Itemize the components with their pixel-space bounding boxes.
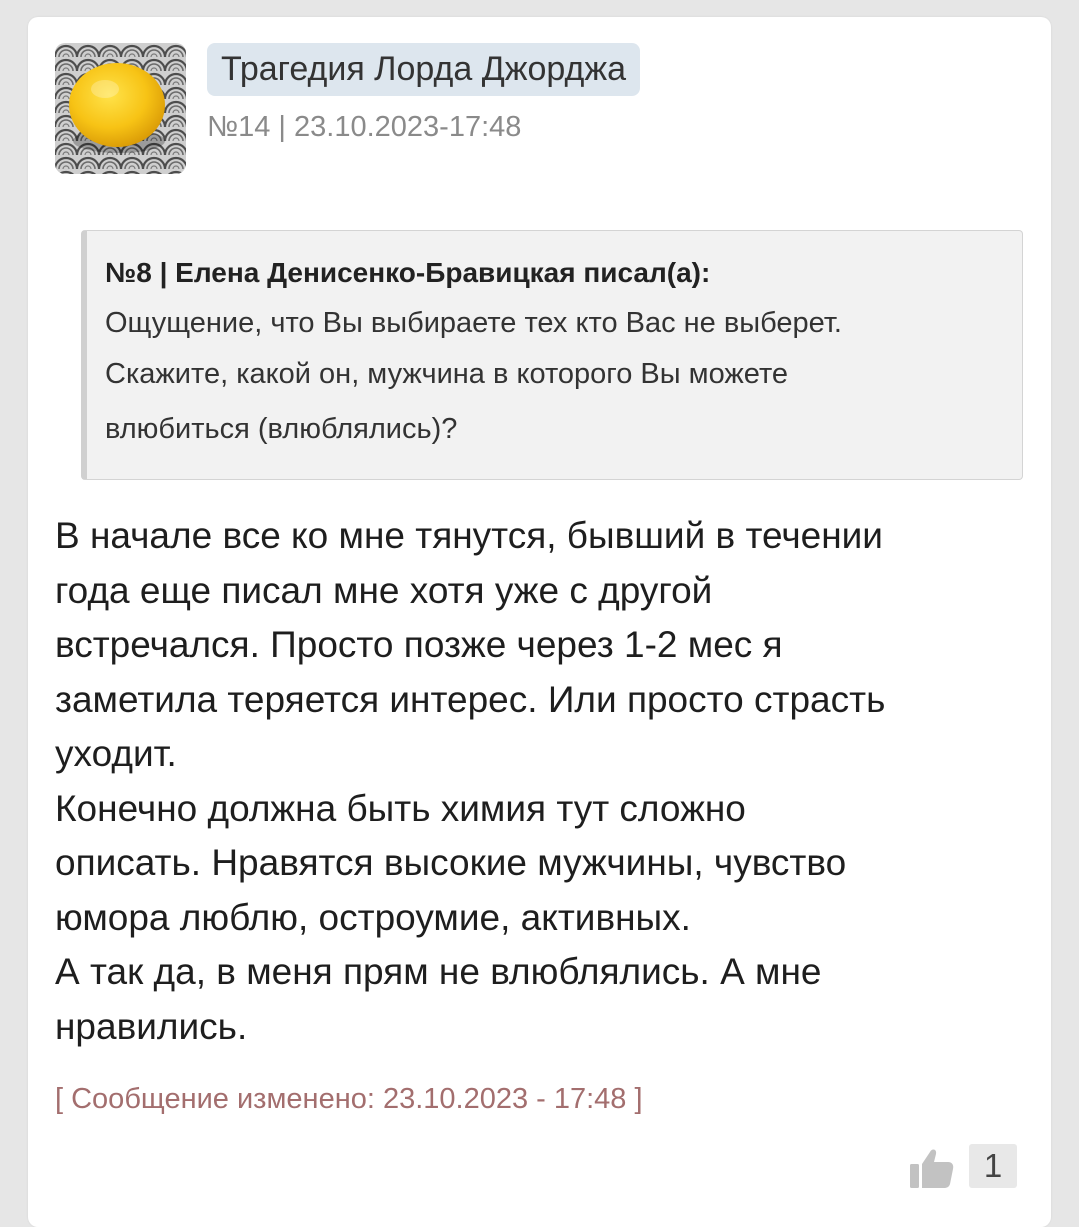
post-body: В начале все ко мне тянутся, бывший в те…: [55, 509, 1035, 1054]
quote-line: Ощущение, что Вы выбираете тех кто Вас н…: [105, 307, 842, 339]
quote-header: №8 | Елена Денисенко-Бравицкая писал(а):: [105, 257, 711, 288]
body-line: заметила теряется интерес. Или просто ст…: [55, 678, 886, 720]
quote-block: №8 | Елена Денисенко-Бравицкая писал(а):…: [81, 230, 1023, 480]
like-button[interactable]: [908, 1144, 958, 1192]
body-line: встречался. Просто позже через 1-2 мес я: [55, 624, 783, 665]
body-line: В начале все ко мне тянутся, бывший в те…: [55, 515, 883, 556]
body-line: уходит.: [55, 733, 177, 774]
body-line: нравились.: [55, 1005, 248, 1047]
quote-line: влюбиться (влюблялись)?: [105, 413, 458, 445]
body-line: года еще писал мне хотя уже с другой: [55, 569, 713, 611]
body-line: юмора люблю, остроумие, активных.: [55, 896, 691, 938]
body-line: А так да, в меня прям не влюблялись. А м…: [55, 951, 822, 992]
body-line: Конечно должна быть химия тут сложно: [55, 787, 746, 829]
post-meta: №14 | 23.10.2023-17:48: [207, 111, 522, 143]
avatar[interactable]: [55, 43, 186, 174]
body-line: описать. Нравятся высокие мужчины, чувст…: [55, 842, 847, 883]
like-count: 1: [969, 1144, 1017, 1188]
post-card: Трагедия Лорда Джорджа №14 | 23.10.2023-…: [28, 17, 1051, 1227]
edited-note: [ Сообщение изменено: 23.10.2023 - 17:48…: [55, 1083, 643, 1115]
lemon-avatar-icon: [55, 43, 186, 174]
quote-line: Скажите, какой он, мужчина в которого Вы…: [105, 358, 789, 390]
author-name[interactable]: Трагедия Лорда Джорджа: [207, 43, 641, 96]
thumbs-up-icon: [910, 1149, 954, 1188]
